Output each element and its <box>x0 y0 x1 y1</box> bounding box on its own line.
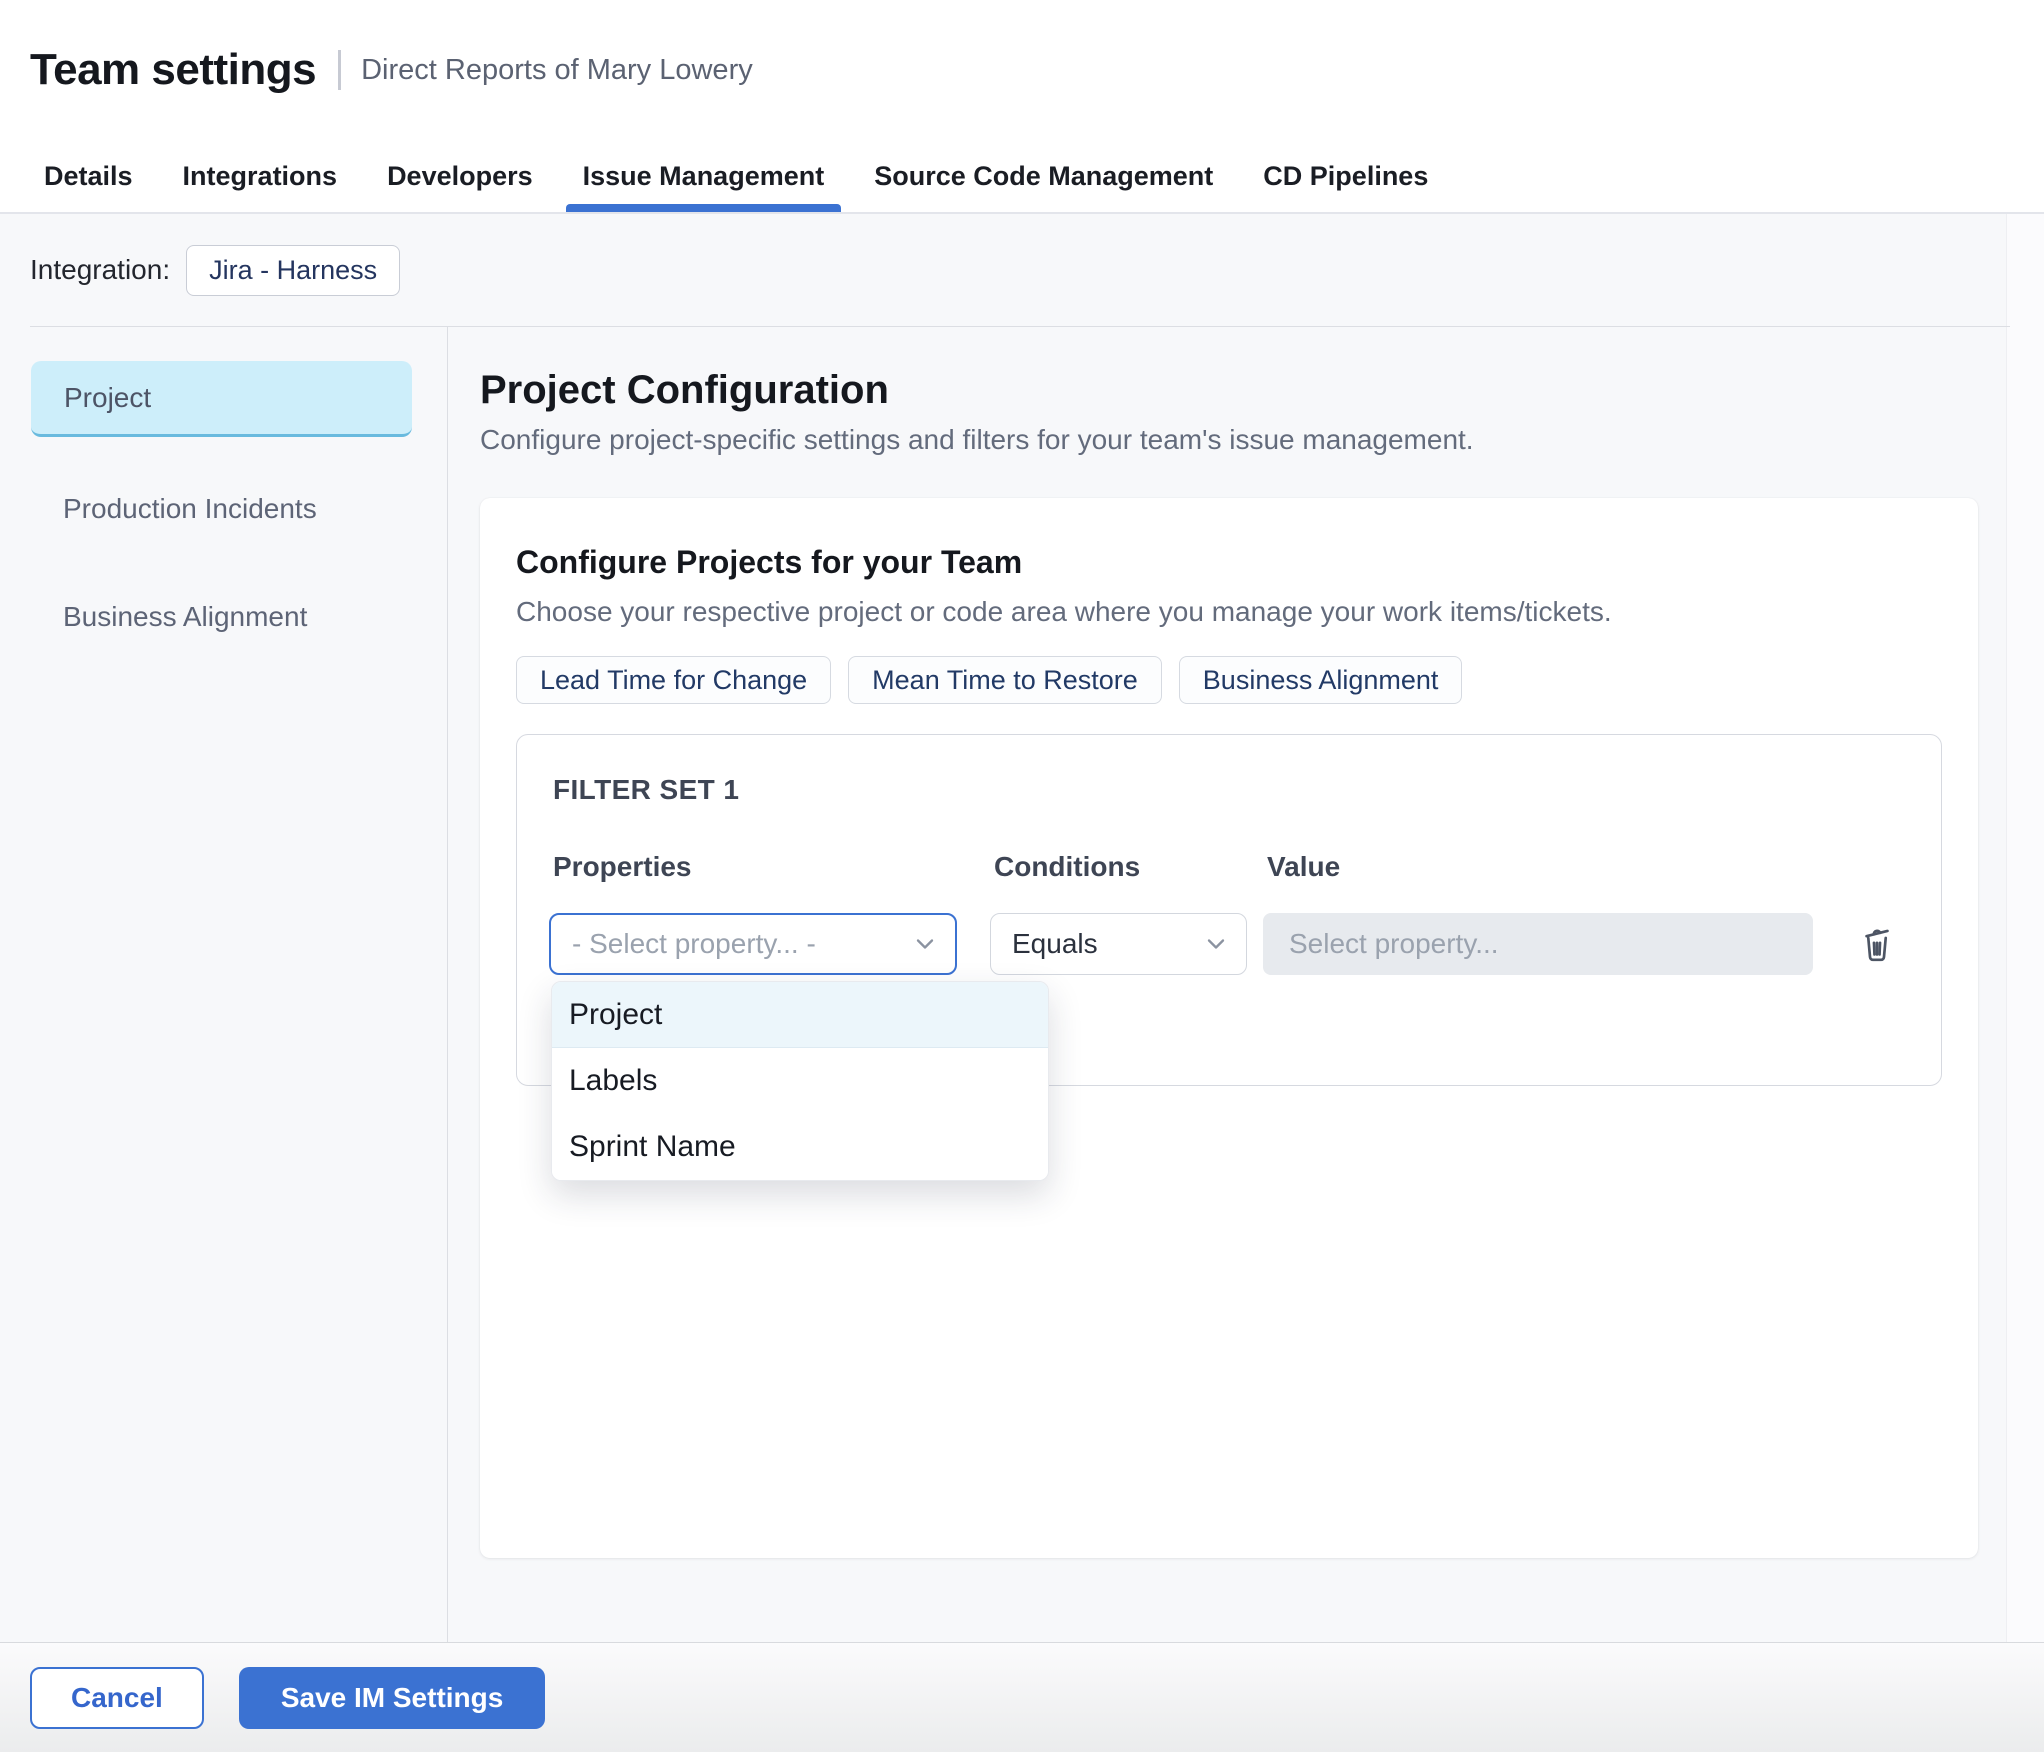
properties-select[interactable]: - Select property... - Project Labels Sp… <box>549 913 1049 1181</box>
chevron-down-icon <box>911 930 939 958</box>
tab-cd-pipelines[interactable]: CD Pipelines <box>1246 140 1445 212</box>
integration-row: Integration: Jira - Harness <box>0 214 2044 326</box>
sidebar-item-production-incidents[interactable]: Production Incidents <box>0 473 447 545</box>
cancel-button[interactable]: Cancel <box>30 1666 204 1729</box>
page-subtitle: Direct Reports of Mary Lowery <box>361 53 753 86</box>
settings-sidebar: Project Production Incidents Business Al… <box>0 326 448 1642</box>
filter-set-box: FILTER SET 1 Properties Conditions Value… <box>516 734 1942 1181</box>
main-panel: Project Configuration Configure project-… <box>448 326 2044 1642</box>
integration-label: Integration: <box>30 254 171 285</box>
title-separator <box>338 50 342 90</box>
column-header-value: Value <box>1267 851 1341 882</box>
tab-integrations[interactable]: Integrations <box>166 140 355 212</box>
conditions-select-value: Equals <box>1012 928 1098 959</box>
tab-source-code-management[interactable]: Source Code Management <box>857 140 1230 212</box>
column-header-properties: Properties <box>553 851 692 882</box>
sidebar-item-project[interactable]: Project <box>31 361 412 437</box>
column-header-conditions: Conditions <box>994 851 1141 882</box>
tab-issue-management[interactable]: Issue Management <box>565 140 842 212</box>
page-header: Team settings Direct Reports of Mary Low… <box>0 0 2044 140</box>
section-description: Configure project-specific settings and … <box>480 424 1474 455</box>
delete-filter-button[interactable] <box>1858 925 1896 963</box>
value-input[interactable] <box>1263 913 1813 975</box>
dropdown-option-labels[interactable]: Labels <box>552 1048 1048 1114</box>
filter-controls-row: - Select property... - Project Labels Sp… <box>549 913 1905 1181</box>
tab-details[interactable]: Details <box>27 140 150 212</box>
section-title: Project Configuration <box>480 368 889 412</box>
chip-lead-time-for-change[interactable]: Lead Time for Change <box>516 656 832 704</box>
dropdown-option-sprint-name[interactable]: Sprint Name <box>552 1114 1048 1180</box>
scrollbar-gutter <box>2006 214 2044 1642</box>
dropdown-option-project[interactable]: Project <box>552 982 1048 1048</box>
footer-bar: Cancel Save IM Settings <box>0 1642 2044 1752</box>
chip-mean-time-to-restore[interactable]: Mean Time to Restore <box>848 656 1162 704</box>
filter-set-title: FILTER SET 1 <box>553 774 740 805</box>
trash-icon <box>1858 925 1896 963</box>
filter-column-headers: Properties Conditions Value <box>549 851 1905 883</box>
save-im-settings-button[interactable]: Save IM Settings <box>238 1666 546 1729</box>
page-title: Team settings <box>30 45 317 94</box>
properties-dropdown: Project Labels Sprint Name <box>551 981 1049 1181</box>
conditions-select[interactable]: Equals <box>990 913 1247 975</box>
tab-developers[interactable]: Developers <box>370 140 550 212</box>
card-heading: Configure Projects for your Team <box>516 544 1023 580</box>
project-config-card: Configure Projects for your Team Choose … <box>480 498 1978 1558</box>
metric-chip-row: Lead Time for Change Mean Time to Restor… <box>516 656 1942 704</box>
sidebar-item-business-alignment[interactable]: Business Alignment <box>0 581 447 653</box>
properties-select-placeholder: - Select property... - <box>572 928 816 959</box>
tab-bar: Details Integrations Developers Issue Ma… <box>0 140 2044 214</box>
content-area: Integration: Jira - Harness Project Prod… <box>0 214 2044 1642</box>
integration-chip[interactable]: Jira - Harness <box>186 244 401 296</box>
card-description: Choose your respective project or code a… <box>516 596 1612 627</box>
chevron-down-icon <box>1202 930 1230 958</box>
chip-business-alignment[interactable]: Business Alignment <box>1178 656 1463 704</box>
horizontal-divider <box>30 326 2010 327</box>
